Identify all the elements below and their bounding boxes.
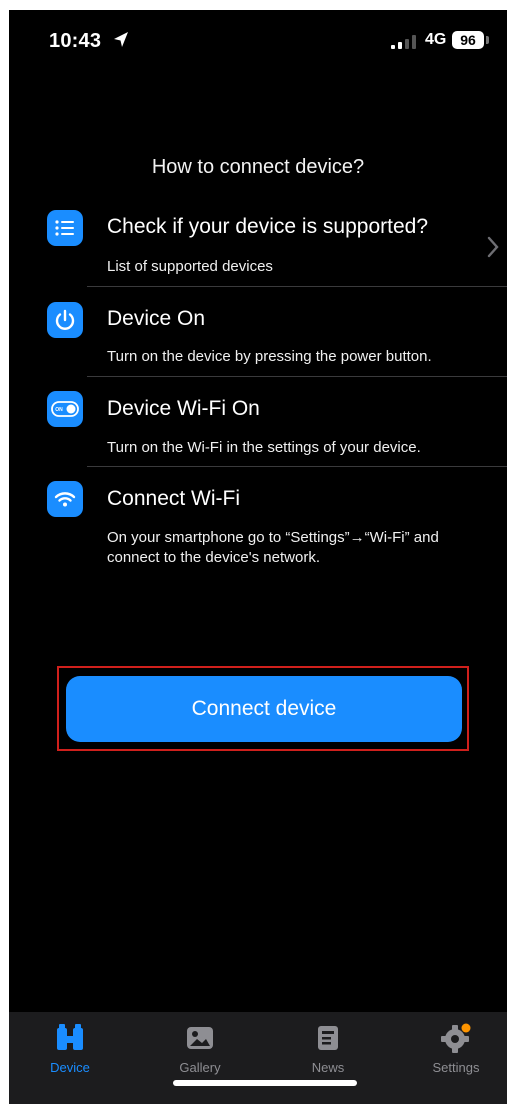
step-title: Device On: [107, 307, 206, 330]
step-description: Turn on the Wi-Fi in the settings of you…: [107, 439, 421, 456]
tab-gallery[interactable]: Gallery: [155, 1022, 245, 1075]
tab-label: Settings: [432, 1060, 480, 1075]
gear-icon: [411, 1022, 501, 1054]
chevron-right-icon[interactable]: [487, 236, 499, 263]
photo-icon: [155, 1022, 245, 1054]
newspaper-icon: [283, 1022, 373, 1054]
step-title: Check if your device is supported?: [107, 215, 428, 238]
toggle-on-text: ON: [55, 407, 63, 413]
tab-bar: Device Gallery News Settings: [9, 1012, 507, 1104]
network-type: 4G: [425, 31, 447, 48]
step-description: On your smartphone go to “Settings”→“Wi-…: [107, 529, 439, 566]
battery-tip: [486, 36, 489, 44]
notification-badge: [461, 1023, 471, 1033]
tab-device[interactable]: Device: [25, 1022, 115, 1075]
home-indicator: [173, 1080, 357, 1086]
tab-label: Device: [50, 1060, 90, 1075]
list-icon: [47, 210, 83, 246]
status-bar: 10:43 4G 96: [9, 10, 507, 70]
cellular-signal-icon: [391, 35, 416, 49]
step-title: Device Wi-Fi On: [107, 397, 260, 420]
status-time: 10:43: [49, 30, 102, 52]
step-description: List of supported devices: [107, 258, 273, 275]
tab-label: Gallery: [179, 1060, 221, 1075]
step-title: Connect Wi-Fi: [107, 487, 241, 510]
tab-news[interactable]: News: [283, 1022, 373, 1075]
wifi-icon: [47, 481, 83, 517]
divider: [87, 286, 507, 287]
page-title: How to connect device?: [151, 156, 365, 178]
battery-indicator: 96: [452, 31, 484, 49]
divider: [87, 376, 507, 377]
toggle-on-icon: ON: [47, 391, 83, 427]
location-arrow-icon: [113, 31, 129, 54]
tab-settings[interactable]: Settings: [411, 1022, 501, 1075]
binoculars-icon: [25, 1022, 115, 1054]
power-icon: [47, 302, 83, 338]
tab-label: News: [311, 1060, 345, 1075]
app-screen: 10:43 4G 96 How to connect device? Check…: [9, 10, 507, 1104]
connect-device-button[interactable]: Connect device: [66, 676, 462, 742]
divider: [87, 466, 507, 467]
step-description: Turn on the device by pressing the power…: [107, 348, 432, 365]
